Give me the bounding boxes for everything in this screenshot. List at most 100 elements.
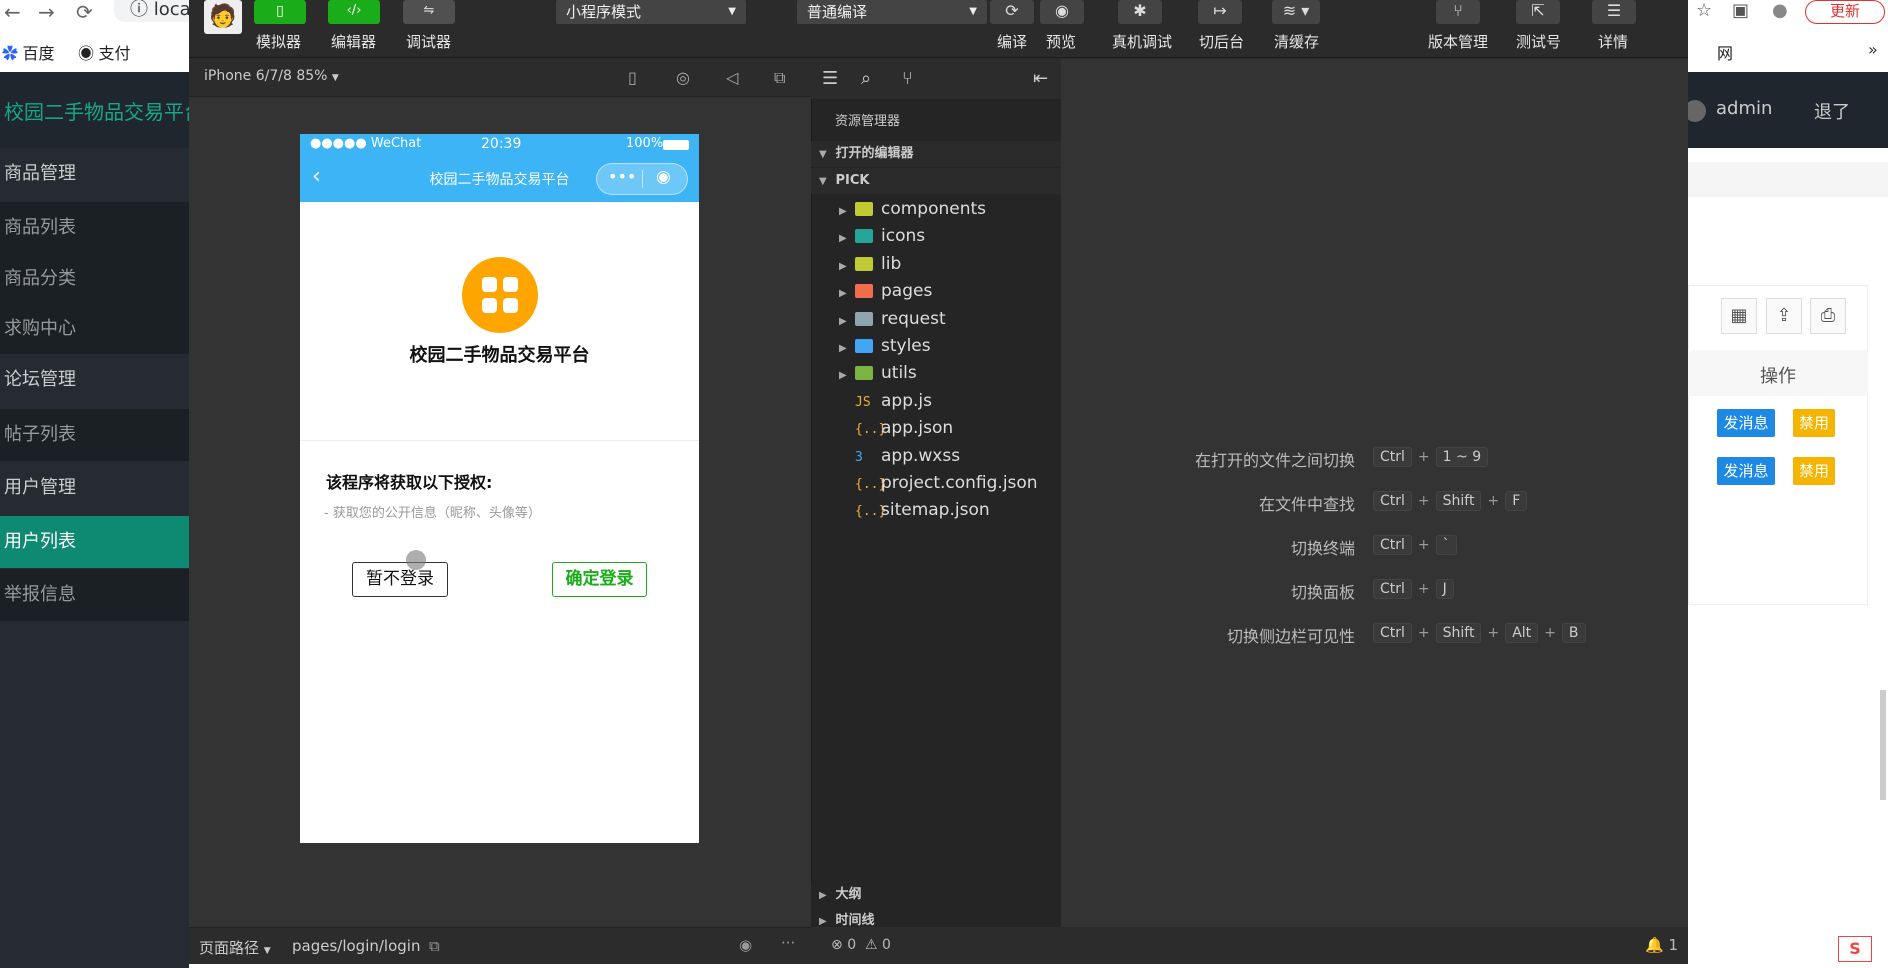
- more-bookmarks-icon[interactable]: »: [1868, 40, 1878, 59]
- admin-sidebar-item[interactable]: 帖子列表: [0, 409, 189, 461]
- admin-sidebar-item[interactable]: 用户列表: [0, 516, 189, 568]
- simulator-label: 模拟器: [256, 33, 302, 51]
- admin-scrollbar[interactable]: [1880, 690, 1886, 800]
- copy-icon[interactable]: ⧉: [429, 937, 440, 955]
- disable-button[interactable]: 禁用: [1793, 457, 1835, 485]
- folder-item[interactable]: ▶ components: [811, 196, 1061, 223]
- close-miniprogram-icon[interactable]: ◉: [656, 167, 671, 187]
- file-item[interactable]: {..}app.json: [811, 415, 1061, 442]
- bell-icon[interactable]: 🔔 1: [1645, 936, 1678, 954]
- list-icon[interactable]: ☰: [822, 68, 838, 89]
- forward-icon[interactable]: →: [38, 0, 55, 24]
- search-icon[interactable]: ⌕: [861, 68, 871, 89]
- phone-icon[interactable]: ▯: [628, 68, 637, 87]
- outline-section[interactable]: ▶ 大纲: [811, 882, 1061, 908]
- clear-cache-button[interactable]: ≋ ▾: [1272, 0, 1320, 24]
- refresh-icon: ⟳: [1005, 1, 1019, 20]
- page-path-select[interactable]: 页面路径 ▼: [199, 937, 271, 958]
- send-message-button[interactable]: 发消息: [1717, 409, 1775, 437]
- reload-icon[interactable]: ⟳: [76, 0, 93, 24]
- admin-sidebar-item[interactable]: 论坛管理: [0, 354, 189, 406]
- code-icon: ‹/›: [346, 3, 362, 18]
- compile-button[interactable]: ⟳: [990, 0, 1034, 24]
- admin-sidebar-item[interactable]: 商品分类: [0, 253, 189, 305]
- admin-sidebar-item[interactable]: 商品列表: [0, 202, 189, 254]
- test-account-button[interactable]: ⇱: [1516, 0, 1560, 24]
- update-button[interactable]: 更新: [1805, 0, 1885, 24]
- user-avatar[interactable]: 🧑: [204, 0, 242, 34]
- back-icon[interactable]: ←: [4, 0, 21, 24]
- file-name: app.wxss: [881, 446, 961, 466]
- star-icon[interactable]: ☆: [1696, 0, 1712, 21]
- admin-username[interactable]: admin: [1716, 98, 1772, 119]
- folder-item[interactable]: ▶ icons: [811, 223, 1061, 250]
- logout-link[interactable]: 退了: [1814, 98, 1850, 124]
- profile-icon[interactable]: ●: [1772, 0, 1788, 21]
- editor-toggle[interactable]: ‹/›: [328, 0, 380, 24]
- key-cap: 1 ~ 9: [1435, 447, 1489, 467]
- export-icon[interactable]: ⇪: [1766, 298, 1802, 334]
- open-editors-section[interactable]: ▼ 打开的编辑器: [811, 141, 1061, 167]
- admin-sidebar-item[interactable]: 举报信息: [0, 569, 189, 621]
- compile-select[interactable]: 普通编译 ▼: [797, 0, 987, 24]
- project-section[interactable]: ▼ PICK: [811, 168, 1061, 194]
- simulator-toggle[interactable]: ▯: [254, 0, 306, 24]
- folder-item[interactable]: ▶ lib: [811, 251, 1061, 278]
- debugger-label: 调试器: [406, 33, 452, 51]
- record-icon[interactable]: ◎: [676, 68, 690, 87]
- json-file-icon: {..}: [855, 422, 887, 437]
- preview-button[interactable]: ◉: [1040, 0, 1084, 24]
- bookmark-pay[interactable]: ◉ 支付: [78, 40, 130, 64]
- bookmark-extra[interactable]: 网: [1717, 40, 1733, 64]
- shortcut-label: 在文件中查找: [1258, 495, 1355, 514]
- details-button[interactable]: ☰: [1592, 0, 1636, 24]
- folder-item[interactable]: ▶ pages: [811, 278, 1061, 305]
- simulator-footer: 页面路径 ▼ pages/login/login ⧉ ◉ ···: [189, 927, 811, 964]
- background-button[interactable]: ↦: [1198, 0, 1242, 24]
- file-item[interactable]: 3 app.wxss: [811, 443, 1061, 470]
- problems-status[interactable]: ⊗ 0 ⚠ 0: [811, 927, 1061, 964]
- warning-count: ⚠ 0: [865, 937, 891, 953]
- shortcut-keys: Ctrl + Shift + Alt + B: [1371, 622, 1588, 643]
- admin-sidebar-item[interactable]: 用户管理: [0, 462, 189, 514]
- debugger-toggle[interactable]: ⇋: [403, 0, 455, 24]
- folder-item[interactable]: ▶ utils: [811, 360, 1061, 387]
- admin-sidebar-item[interactable]: 求购中心: [0, 303, 189, 355]
- admin-sidebar-item[interactable]: 商品管理: [0, 148, 189, 200]
- columns-icon[interactable]: ▦: [1721, 298, 1757, 334]
- cancel-login-button[interactable]: 暂不登录: [352, 562, 448, 597]
- disable-button[interactable]: 禁用: [1793, 409, 1835, 437]
- ime-icon[interactable]: S: [1838, 936, 1872, 962]
- file-item[interactable]: {..}project.config.json: [811, 470, 1061, 497]
- folder-item[interactable]: ▶ styles: [811, 333, 1061, 360]
- print-icon[interactable]: ⎙: [1810, 298, 1846, 334]
- file-name: sitemap.json: [881, 500, 990, 520]
- device-select[interactable]: iPhone 6/7/8 85% ▼: [204, 68, 339, 84]
- json-file-icon: {..}: [855, 504, 887, 519]
- chevron-right-icon: ▶: [839, 343, 847, 354]
- mode-select[interactable]: 小程序模式 ▼: [556, 0, 746, 24]
- collapse-panel-icon[interactable]: ⇤: [1033, 68, 1048, 89]
- folder-item[interactable]: ▶ request: [811, 306, 1061, 333]
- file-item[interactable]: {..}sitemap.json: [811, 497, 1061, 524]
- send-message-button[interactable]: 发消息: [1717, 457, 1775, 485]
- eye-icon[interactable]: ◉: [739, 936, 752, 954]
- confirm-login-button[interactable]: 确定登录: [552, 562, 647, 597]
- chevron-right-icon: ▶: [839, 233, 847, 245]
- file-item[interactable]: JS app.js: [811, 388, 1061, 415]
- more-icon[interactable]: ···: [781, 934, 795, 952]
- more-icon[interactable]: •••: [608, 167, 636, 186]
- file-name: project.config.json: [881, 473, 1038, 493]
- tab-icon[interactable]: ▣: [1732, 0, 1749, 21]
- detach-window-icon[interactable]: ⧉: [774, 68, 785, 88]
- shortcut-label: 切换终端: [1290, 539, 1355, 558]
- js-file-icon: JS: [855, 395, 871, 410]
- real-debug-button[interactable]: ✱: [1118, 0, 1162, 24]
- branch-icon[interactable]: ⑂: [902, 68, 913, 89]
- capsule-menu[interactable]: ••• ◉: [596, 163, 688, 195]
- bookmark-baidu[interactable]: ✿ 百度: [2, 40, 54, 64]
- branch-icon: ⑂: [1453, 1, 1463, 20]
- volume-icon[interactable]: ◁: [726, 68, 738, 87]
- version-button[interactable]: ⑂: [1436, 0, 1480, 24]
- shortcut-keys: Ctrl + Shift + F: [1371, 490, 1529, 511]
